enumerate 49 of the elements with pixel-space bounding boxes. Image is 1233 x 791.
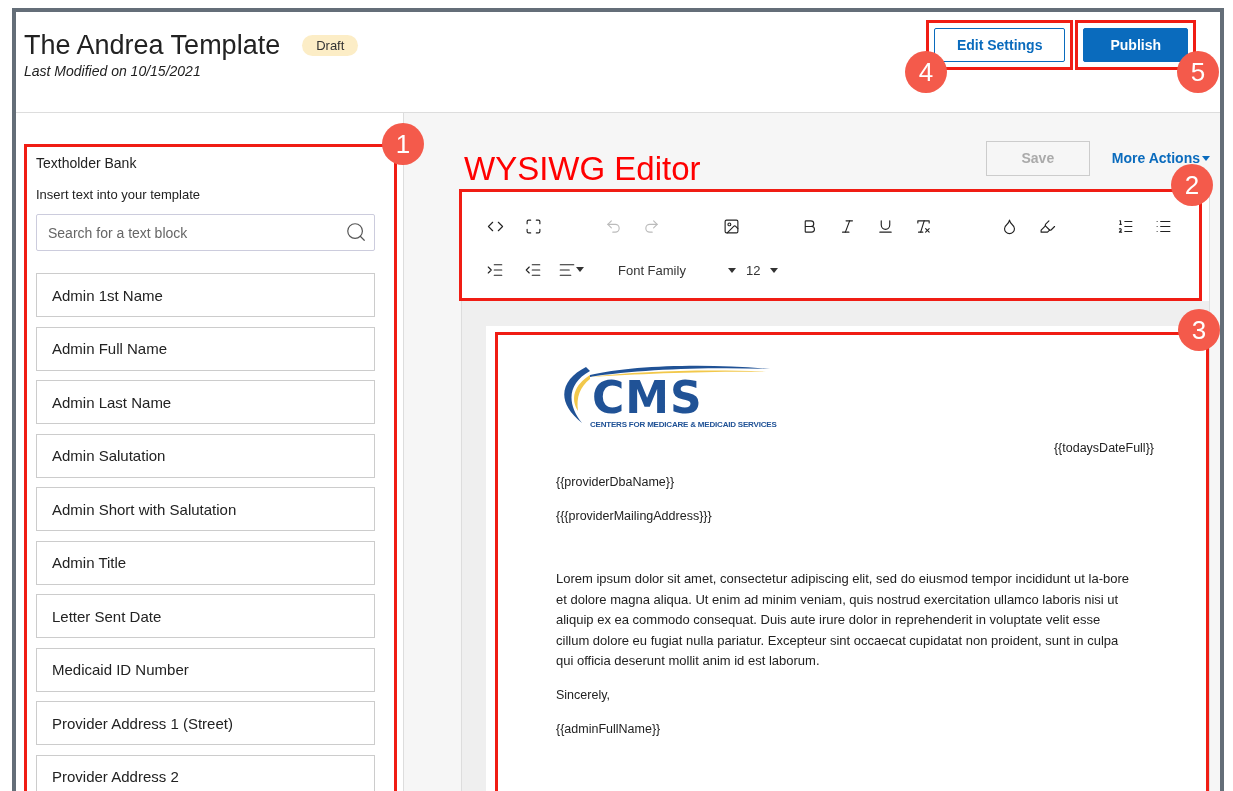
numbered-list-icon[interactable] [1116,217,1134,235]
text-block-item[interactable]: Medicaid ID Number [36,647,375,692]
closing-line: Sincerely, [556,687,611,702]
search-icon [345,221,367,243]
font-size-dropdown[interactable]: 12 [745,262,779,278]
logo-mark: CMS [592,379,703,417]
font-family-dropdown[interactable]: Font Family [618,262,736,278]
caret-icon [1202,155,1210,161]
logo-tagline: CENTERS FOR MEDICARE & MEDICAID SERVICES [590,420,777,430]
last-modified: Last Modified on 10/15/2021 [24,63,202,79]
panel-title: Textholder Bank [36,155,138,171]
highlighter-icon[interactable] [1038,217,1056,235]
annotation-badge: 5 [1177,51,1219,93]
annotation-badge: 2 [1171,164,1213,206]
merge-field: {{todaysDateFull}} [556,441,1154,456]
annotation-badge: 4 [904,51,947,93]
merge-field: {{{providerMailingAddress}}} [556,509,1154,524]
text-block-item[interactable]: Admin 1st Name [36,273,375,317]
annotation-badge: 1 [382,123,424,165]
publish-button[interactable]: Publish [1083,28,1188,62]
text-block-item[interactable]: Admin Full Name [36,326,375,371]
indent-icon[interactable] [486,261,504,279]
template-title: The Andrea Template [24,30,281,61]
caret-icon [576,267,584,272]
fullscreen-icon[interactable] [524,217,542,235]
annotation-badge: 3 [1178,309,1220,351]
panel-subtitle: Insert text into your template [36,187,202,202]
text-block-item[interactable]: Admin Short with Salutation [36,487,375,531]
outdent-icon[interactable] [524,261,542,279]
more-actions-link[interactable]: More Actions [1111,150,1210,166]
align-icon[interactable] [558,261,576,279]
status-badge: Draft [302,35,359,56]
caret-icon [727,267,736,273]
text-block-item[interactable]: Provider Address 1 (Street) [36,701,375,745]
annotation-label: WYSIWG Editor [464,150,701,188]
text-block-item[interactable]: Provider Address 2 [36,754,375,791]
image-icon[interactable] [722,217,740,235]
merge-field: {{providerDbaName}} [556,475,1154,490]
underline-icon[interactable] [876,217,894,235]
clear-format-icon[interactable] [914,217,932,235]
search-field[interactable]: Search for a text block [36,214,375,251]
caret-icon [770,267,779,273]
body-paragraph: Lorem ipsum dolor sit amet, consectetur adipiscing elit, sed do eiusmod tempor incididunt ut la-bore et dolore magna aliqua. Ut enim ad minim veniam, quis nostrud exercitation ullamco laboris nisi ut aliquip ex ea commodo consequat. Duis aute irure dolor in reprehenderit in voluptate velit esse cillum dolore eu fugiat nulla pariatur. Excepteur sint occaecat cupidatat non proident, sunt in culpa qui officia deserunt mollit anim id est laborum. [556,570,1130,671]
text-block-item[interactable]: Admin Title [36,540,375,585]
text-block-item[interactable]: Admin Last Name [36,380,375,424]
settings-button[interactable]: Edit Settings [933,28,1066,62]
text-block-item[interactable]: Letter Sent Date [36,594,375,638]
merge-field: {{adminFullName}} [556,721,1154,736]
text-block-item[interactable]: Admin Salutation [36,433,375,478]
